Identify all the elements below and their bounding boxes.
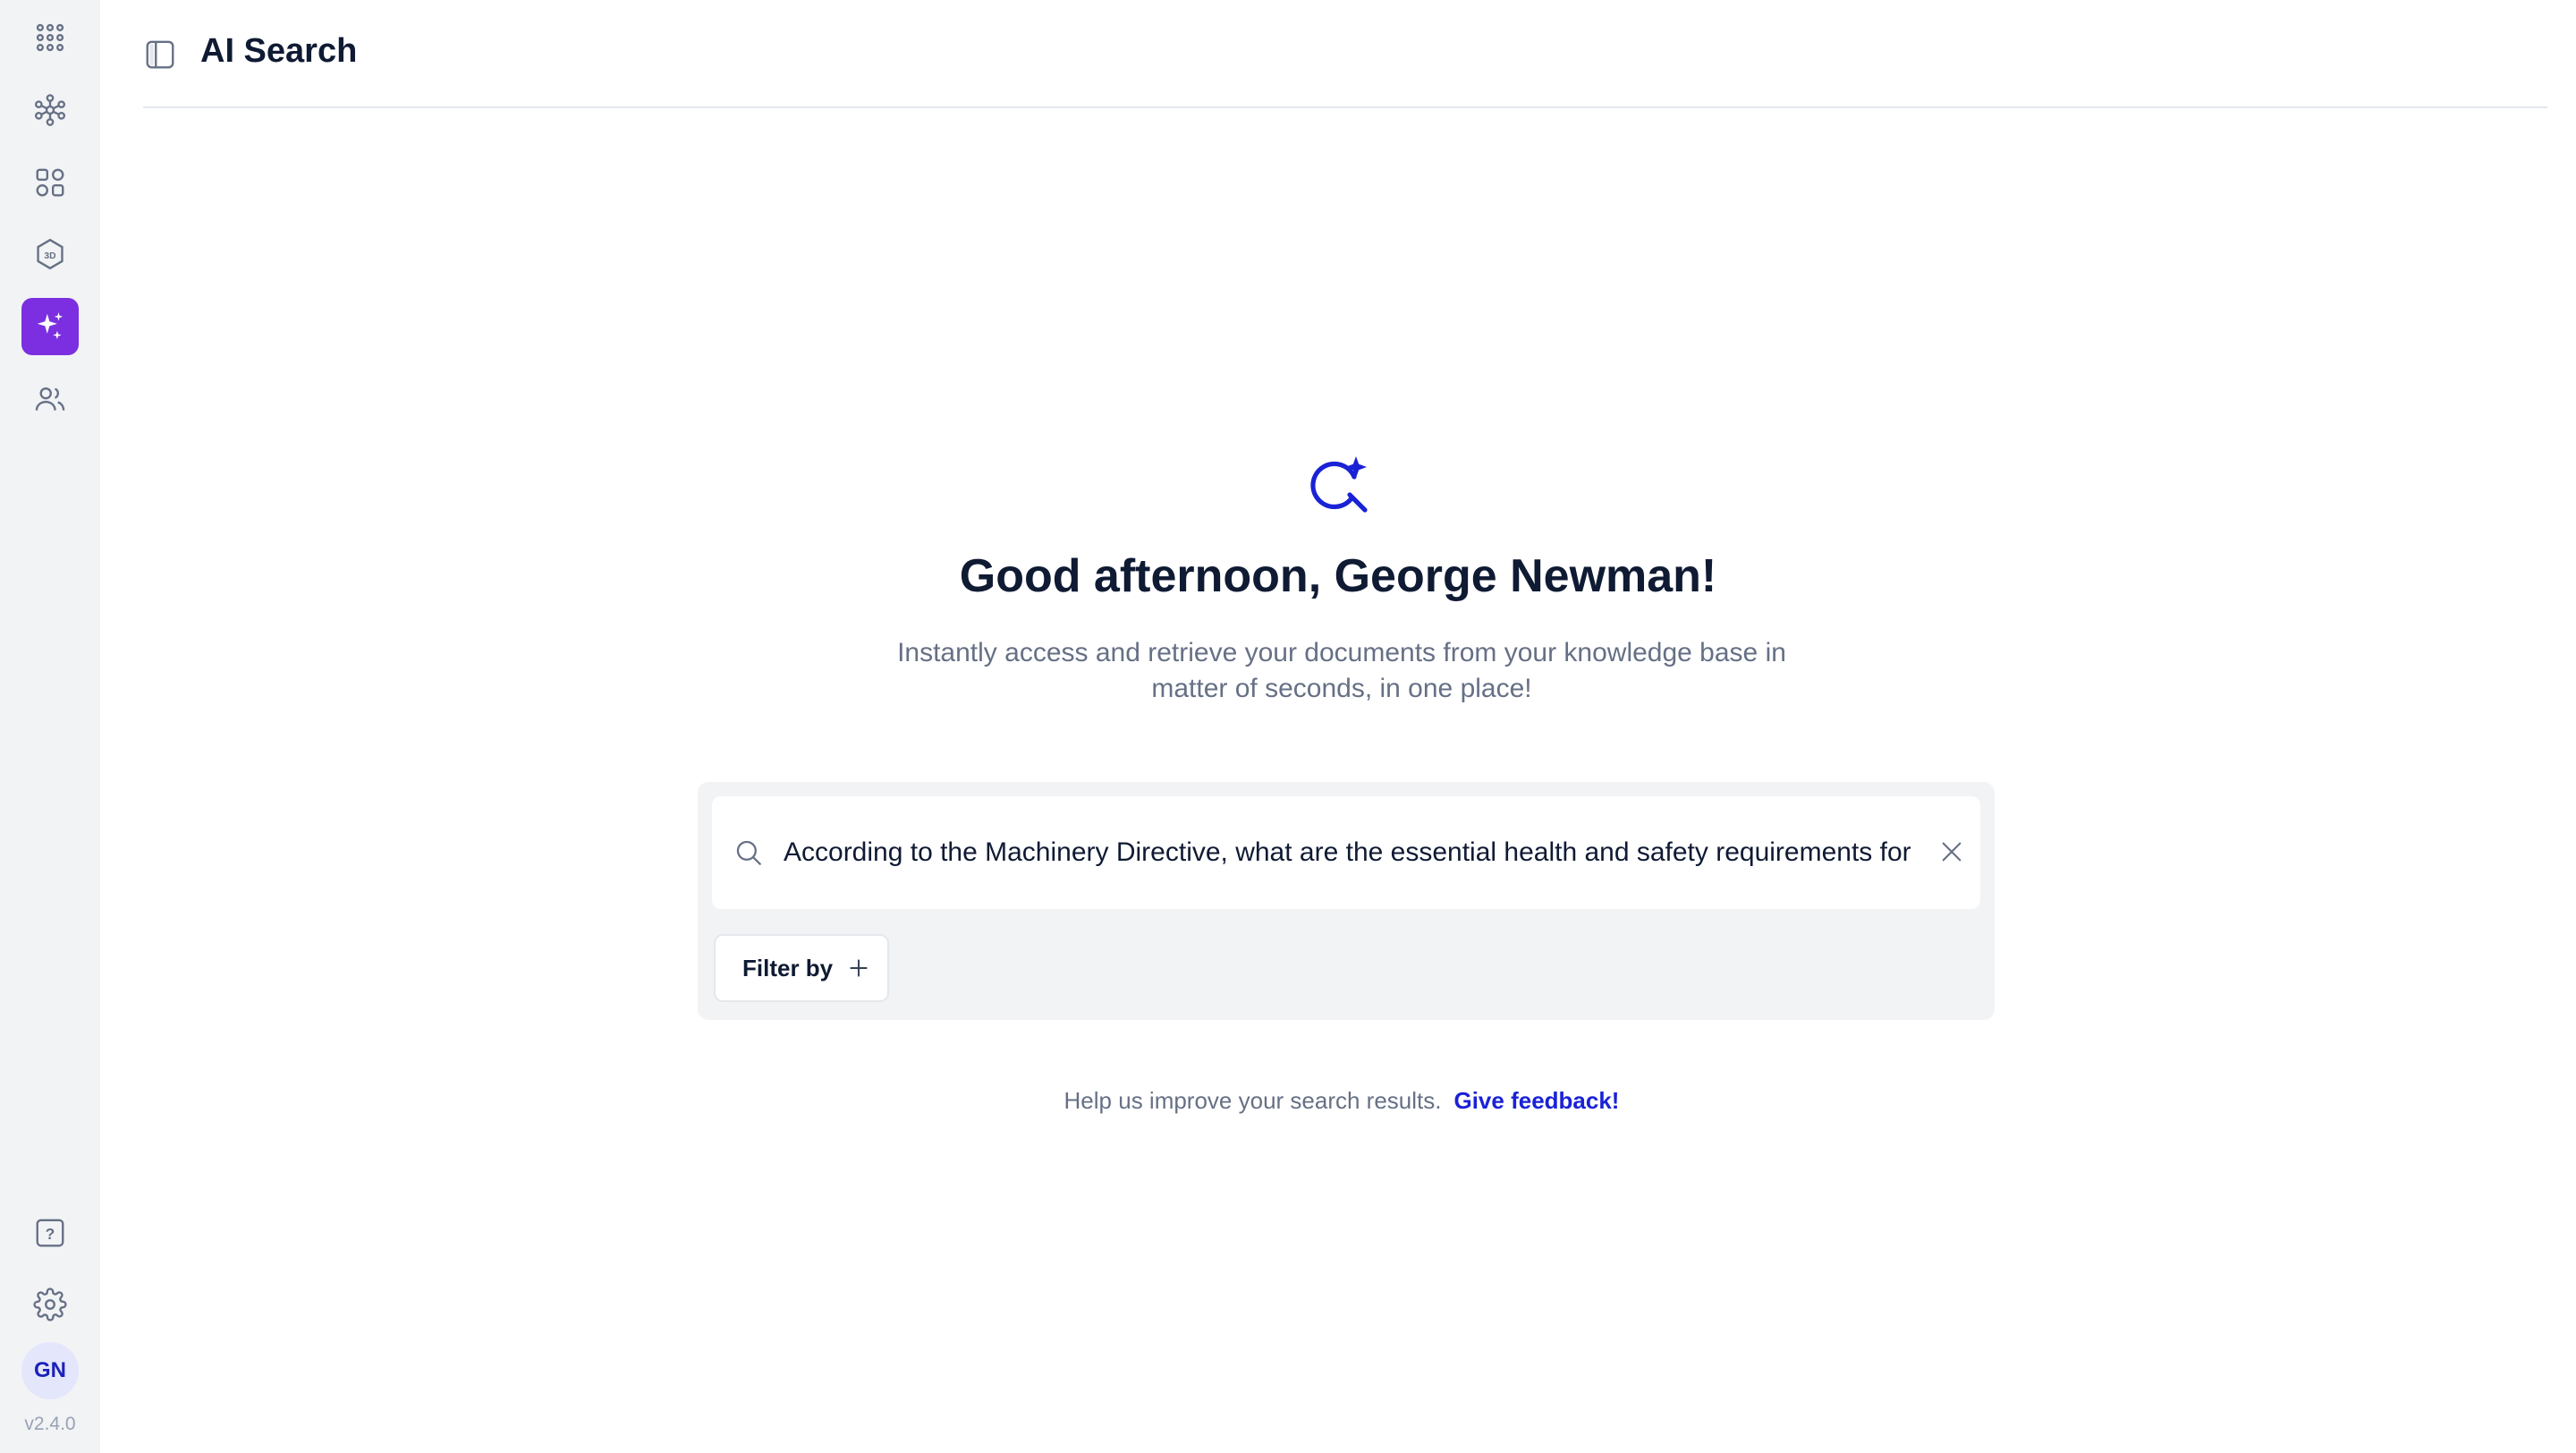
svg-text:?: ? [46,1225,55,1243]
shapes-icon [36,168,64,197]
sidebar-item-users[interactable] [21,370,79,428]
users-icon [35,387,65,411]
sidebar-item-catalog[interactable] [21,154,79,211]
sidebar-item-network[interactable] [21,81,79,139]
feedback-text: Help us improve your search results. [1063,1087,1442,1114]
ai-search-icon [1306,451,1377,523]
avatar[interactable]: GN [21,1342,79,1399]
help-icon: ? [36,1219,64,1247]
app-version: v2.4.0 [24,1414,76,1434]
filter-by-label: Filter by [742,954,834,981]
hero-subtitle-line2: matter of seconds, in one place! [1151,674,1532,703]
close-icon [1942,842,1962,862]
sidebar-item-apps[interactable] [21,9,79,66]
sidebar-toggle-icon [146,40,174,69]
give-feedback-link[interactable]: Give feedback! [1453,1087,1619,1114]
page-title: AI Search [200,32,358,70]
gear-icon [33,1287,67,1321]
search-icon [733,837,764,868]
svg-text:3D: 3D [44,251,55,261]
sidebar: 3D ? GN v2.4.0 [0,0,100,1453]
plus-icon [850,959,868,977]
hero-subtitle-line1: Instantly access and retrieve your docum… [897,638,1786,667]
filter-by-button[interactable]: Filter by [714,934,889,1002]
sidebar-toggle-button[interactable] [143,38,177,72]
clear-search-button[interactable] [1937,837,1966,866]
sidebar-item-viewer-3d[interactable]: 3D [21,225,79,283]
grid-dots-icon [36,23,64,52]
search-box [712,796,1980,909]
search-panel: Filter by [698,782,1995,1020]
page-header: AI Search [143,0,2547,108]
feedback-line: Help us improve your search results. Give… [894,1087,1789,1115]
molecule-icon [34,94,66,126]
cube-3d-icon: 3D [37,238,64,270]
greeting-heading: Good afternoon, George Newman! [959,550,1717,602]
hero-subtitle: Instantly access and retrieve your docum… [894,635,1789,707]
search-input[interactable] [784,828,1919,877]
sidebar-item-settings[interactable] [21,1276,79,1333]
sidebar-item-help[interactable]: ? [21,1204,79,1262]
sidebar-item-ai-search[interactable] [21,298,79,355]
sparkles-icon [37,312,64,340]
